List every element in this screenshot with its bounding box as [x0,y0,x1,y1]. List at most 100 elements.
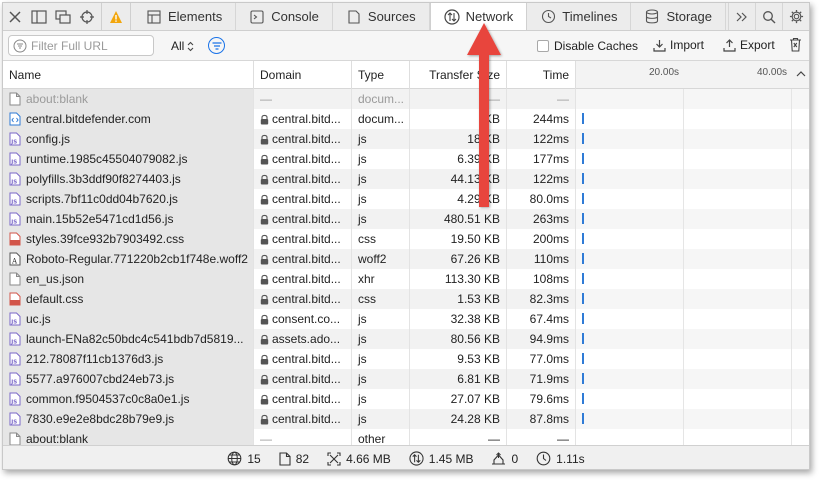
close-icon[interactable] [3,3,27,30]
request-type-cell: js [352,329,410,349]
table-row[interactable]: JS 7830.e9e2e8bdc28b79e9.js central.bitd..… [3,409,576,429]
column-header-type[interactable]: Type [352,61,410,89]
size-icon [327,451,341,466]
request-domain-cell: central.bitd... [254,369,352,389]
disable-caches-checkbox[interactable]: Disable Caches [537,39,638,53]
request-domain: central.bitd... [272,272,341,286]
lock-icon [260,174,269,185]
table-row[interactable]: A Roboto-Regular.771220b2cb1f748e.woff2 ce… [3,249,576,269]
more-tabs-chevron-icon[interactable] [728,3,755,30]
request-type-cell: woff2 [352,249,410,269]
request-name-cell[interactable]: JS config.js [3,129,254,149]
request-time-cell: 263ms [507,209,576,229]
filter-url-input[interactable] [31,38,149,53]
request-type: js [358,172,367,186]
request-name-cell[interactable]: about:blank [3,89,254,109]
request-name-cell[interactable]: JS common.f9504537c0c8a0e1.js [3,389,254,409]
request-time: 71.9ms [529,372,569,386]
waterfall-timing-bar [582,213,584,224]
waterfall-row [576,229,809,249]
resource-type-select[interactable]: All [171,39,194,53]
request-domain: central.bitd... [272,212,341,226]
request-name-cell[interactable]: JS launch-ENa82c50bdc4c541bdb7d5819... [3,329,254,349]
table-row[interactable]: JS 5577.a976007cbd24eb73.js central.bitd..… [3,369,576,389]
request-size: 113.30 KB [444,272,500,286]
request-time-cell: 79.6ms [507,389,576,409]
request-name-cell[interactable]: JS 7830.e9e2e8bdc28b79e9.js [3,409,254,429]
request-size: 19.50 KB [450,232,500,246]
request-name-cell[interactable]: JS uc.js [3,309,254,329]
svg-text:A: A [11,258,18,266]
undock-window-icon[interactable] [51,3,75,30]
request-type-cell: docum... [352,89,410,109]
gear-icon[interactable] [782,3,809,30]
tab-elements[interactable]: Elements [133,3,237,30]
request-name-cell[interactable]: JS polyfills.3b3ddf90f8274403.js [3,169,254,189]
request-name: config.js [26,132,71,146]
column-header-domain[interactable]: Domain [254,61,352,89]
table-row[interactable]: styles.39fce932b7903492.css central.bitd.… [3,229,576,249]
request-name-cell[interactable]: styles.39fce932b7903492.css [3,229,254,249]
tab-label: Elements [168,9,223,24]
clock-icon [536,451,551,466]
search-icon[interactable] [755,3,782,30]
column-header-name[interactable]: Name [3,61,254,89]
column-header-time[interactable]: Time [507,61,576,89]
dock-side-icon[interactable] [27,3,51,30]
request-time: 87.8ms [529,412,569,426]
request-name-cell[interactable]: JS runtime.1985c45504079082.js [3,149,254,169]
request-domain-cell: central.bitd... [254,249,352,269]
request-type-cell: js [352,169,410,189]
request-time-cell: 77.0ms [507,349,576,369]
request-time-cell: 244ms [507,109,576,129]
clear-log-button[interactable] [789,37,802,55]
request-type: js [358,392,367,406]
element-picker-icon[interactable] [75,3,99,30]
scroll-up-chevron-icon[interactable] [796,70,806,77]
request-name-cell[interactable]: JS scripts.7bf11c0dd04b7620.js [3,189,254,209]
table-row[interactable]: JS uc.js consent.co... js 32.38 KB 67.4ms [3,309,576,329]
table-row[interactable]: JS 212.78087f11cb1376d3.js central.bitd...… [3,349,576,369]
table-row[interactable]: default.css central.bitd... css 1.53 KB 82.3… [3,289,576,309]
table-row[interactable]: JS launch-ENa82c50bdc4c541bdb7d5819... ass… [3,329,576,349]
import-button[interactable]: Import [653,38,704,52]
request-domain-cell: central.bitd... [254,229,352,249]
waterfall-timing-bar [582,173,584,184]
waterfall-timing-bar [582,393,584,404]
export-button[interactable]: Export [723,38,775,52]
request-name: runtime.1985c45504079082.js [26,152,188,166]
request-type-cell: xhr [352,269,410,289]
request-name-cell[interactable]: JS 5577.a976007cbd24eb73.js [3,369,254,389]
request-name-cell[interactable]: about:blank [3,429,254,445]
tab-label: Sources [367,9,416,24]
request-name: 7830.e9e2e8bdc28b79e9.js [26,412,175,426]
tab-timelines[interactable]: Timelines [527,3,632,30]
warning-icon[interactable] [104,3,128,30]
table-row[interactable]: en_us.json central.bitd... xhr 113.30 KB 108… [3,269,576,289]
request-name-cell[interactable]: JS main.15b52e5471cd1d56.js [3,209,254,229]
svg-text:JS: JS [10,180,17,186]
request-type-cell: js [352,409,410,429]
request-domain: — [260,432,272,445]
table-row[interactable]: JS common.f9504537c0c8a0e1.js central.bitd… [3,389,576,409]
request-name: default.css [26,292,84,306]
tab-console[interactable]: Console [236,3,333,30]
tab-storage[interactable]: Storage [631,3,726,30]
request-name: about:blank [26,92,89,106]
tab-sources[interactable]: Sources [333,3,430,30]
filter-url-field[interactable] [8,35,154,56]
request-name-cell[interactable]: JS 212.78087f11cb1376d3.js [3,349,254,369]
request-type: js [358,352,367,366]
html-doc-icon [9,112,21,126]
request-type-cell: js [352,149,410,169]
request-name-cell[interactable]: default.css [3,289,254,309]
checkbox-box[interactable] [537,40,549,52]
tab-label: Console [271,9,319,24]
request-name-cell[interactable]: en_us.json [3,269,254,289]
request-type-cell: css [352,229,410,249]
filter-options-toggle[interactable] [208,37,225,54]
request-name-cell[interactable]: A Roboto-Regular.771220b2cb1f748e.woff2 [3,249,254,269]
request-name-cell[interactable]: central.bitdefender.com [3,109,254,129]
request-type-cell: js [352,189,410,209]
table-row[interactable]: about:blank — other — — [3,429,576,445]
